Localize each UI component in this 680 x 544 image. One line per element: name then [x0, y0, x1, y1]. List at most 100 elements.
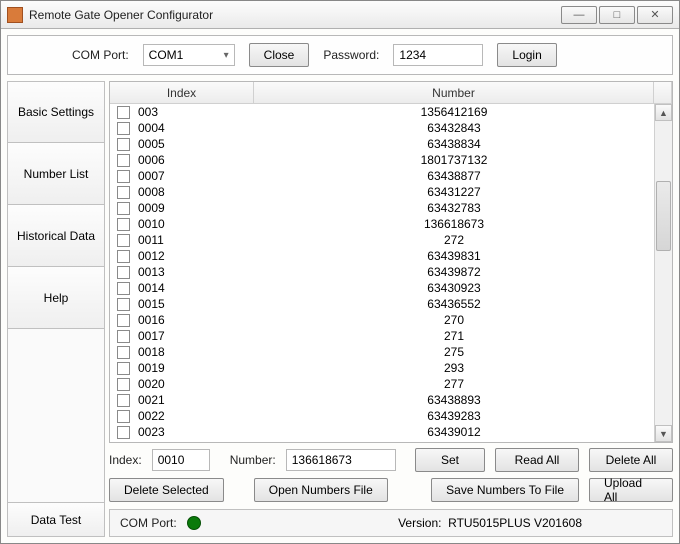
app-icon: [7, 7, 23, 23]
row-checkbox[interactable]: [117, 346, 130, 359]
sidebar-item-basic-settings[interactable]: Basic Settings: [7, 81, 105, 143]
row-index: 0019: [136, 361, 254, 375]
close-port-button[interactable]: Close: [249, 43, 310, 67]
index-input[interactable]: 0010: [152, 449, 210, 471]
row-checkbox[interactable]: [117, 154, 130, 167]
row-index: 0022: [136, 409, 254, 423]
table-row[interactable]: 001563436552: [110, 296, 654, 312]
row-checkbox[interactable]: [117, 282, 130, 295]
row-index: 0015: [136, 297, 254, 311]
row-checkbox[interactable]: [117, 378, 130, 391]
status-bar: COM Port: Version: RTU5015PLUS V201608: [109, 509, 673, 537]
row-checkbox[interactable]: [117, 202, 130, 215]
row-checkbox[interactable]: [117, 186, 130, 199]
scroll-down-arrow-icon[interactable]: ▼: [655, 425, 672, 442]
row-number: 277: [254, 377, 654, 391]
scroll-thumb[interactable]: [656, 181, 671, 251]
table-row[interactable]: 002263439283: [110, 408, 654, 424]
table-row[interactable]: 0018275: [110, 344, 654, 360]
content-panel: Index Number 003135641216900046343284300…: [109, 81, 673, 537]
row-number: 136618673: [254, 217, 654, 231]
row-checkbox[interactable]: [117, 170, 130, 183]
number-input[interactable]: 136618673: [286, 449, 396, 471]
com-port-combo[interactable]: COM1: [143, 44, 235, 66]
table-row[interactable]: 002163438893: [110, 392, 654, 408]
row-index: 0017: [136, 329, 254, 343]
minimize-button[interactable]: —: [561, 6, 597, 24]
table-row[interactable]: 0016270: [110, 312, 654, 328]
row-checkbox[interactable]: [117, 138, 130, 151]
row-number: 63439012: [254, 425, 654, 439]
row-index: 0013: [136, 265, 254, 279]
table-row[interactable]: 000863431227: [110, 184, 654, 200]
client-area: COM Port: COM1 Close Password: 1234 Logi…: [1, 29, 679, 543]
sidebar: Basic Settings Number List Historical Da…: [7, 81, 105, 537]
row-checkbox[interactable]: [117, 250, 130, 263]
main-area: Basic Settings Number List Historical Da…: [7, 81, 673, 537]
table-row[interactable]: 000563438834: [110, 136, 654, 152]
table-row[interactable]: 0031356412169: [110, 104, 654, 120]
table-row[interactable]: 000463432843: [110, 120, 654, 136]
vertical-scrollbar[interactable]: ▲ ▼: [654, 104, 672, 442]
row-index: 0021: [136, 393, 254, 407]
table-row[interactable]: 0020277: [110, 376, 654, 392]
row-number: 63439831: [254, 249, 654, 263]
table-row[interactable]: 00061801737132: [110, 152, 654, 168]
control-row-1: Index: 0010 Number: 136618673 Set Read A…: [109, 447, 673, 473]
numbers-grid: Index Number 003135641216900046343284300…: [109, 81, 673, 443]
scroll-track[interactable]: [655, 121, 672, 425]
sidebar-spacer: [7, 329, 105, 503]
open-numbers-file-button[interactable]: Open Numbers File: [254, 478, 388, 502]
row-checkbox[interactable]: [117, 314, 130, 327]
row-checkbox-cell: [110, 346, 136, 359]
grid-body: 0031356412169000463432843000563438834000…: [110, 104, 654, 442]
row-index: 0011: [136, 233, 254, 247]
row-checkbox[interactable]: [117, 106, 130, 119]
row-checkbox-cell: [110, 314, 136, 327]
row-checkbox[interactable]: [117, 266, 130, 279]
row-number: 1801737132: [254, 153, 654, 167]
row-checkbox[interactable]: [117, 410, 130, 423]
upload-all-button[interactable]: Upload All: [589, 478, 673, 502]
sidebar-item-data-test[interactable]: Data Test: [7, 503, 105, 537]
row-checkbox[interactable]: [117, 234, 130, 247]
row-checkbox[interactable]: [117, 394, 130, 407]
save-numbers-to-file-button[interactable]: Save Numbers To File: [431, 478, 579, 502]
sidebar-item-help[interactable]: Help: [7, 267, 105, 329]
row-checkbox[interactable]: [117, 298, 130, 311]
table-row[interactable]: 001463430923: [110, 280, 654, 296]
row-checkbox[interactable]: [117, 218, 130, 231]
index-label: Index:: [109, 453, 142, 467]
set-button[interactable]: Set: [415, 448, 485, 472]
row-number: 63430923: [254, 281, 654, 295]
table-row[interactable]: 0019293: [110, 360, 654, 376]
delete-selected-button[interactable]: Delete Selected: [109, 478, 224, 502]
table-row[interactable]: 0011272: [110, 232, 654, 248]
table-row[interactable]: 002363439012: [110, 424, 654, 440]
row-checkbox-cell: [110, 362, 136, 375]
column-header-number[interactable]: Number: [254, 82, 654, 103]
row-index: 0018: [136, 345, 254, 359]
sidebar-item-historical-data[interactable]: Historical Data: [7, 205, 105, 267]
table-row[interactable]: 001363439872: [110, 264, 654, 280]
table-row[interactable]: 0017271: [110, 328, 654, 344]
table-row[interactable]: 0010136618673: [110, 216, 654, 232]
row-checkbox-cell: [110, 170, 136, 183]
row-checkbox[interactable]: [117, 330, 130, 343]
row-checkbox[interactable]: [117, 122, 130, 135]
table-row[interactable]: 000763438877: [110, 168, 654, 184]
maximize-button[interactable]: □: [599, 6, 635, 24]
row-checkbox[interactable]: [117, 426, 130, 439]
password-input[interactable]: 1234: [393, 44, 483, 66]
row-checkbox[interactable]: [117, 362, 130, 375]
column-header-index[interactable]: Index: [110, 82, 254, 103]
row-index: 0005: [136, 137, 254, 151]
read-all-button[interactable]: Read All: [495, 448, 579, 472]
sidebar-item-number-list[interactable]: Number List: [7, 143, 105, 205]
table-row[interactable]: 001263439831: [110, 248, 654, 264]
table-row[interactable]: 000963432783: [110, 200, 654, 216]
scroll-up-arrow-icon[interactable]: ▲: [655, 104, 672, 121]
close-window-button[interactable]: ✕: [637, 6, 673, 24]
login-button[interactable]: Login: [497, 43, 556, 67]
delete-all-button[interactable]: Delete All: [589, 448, 673, 472]
